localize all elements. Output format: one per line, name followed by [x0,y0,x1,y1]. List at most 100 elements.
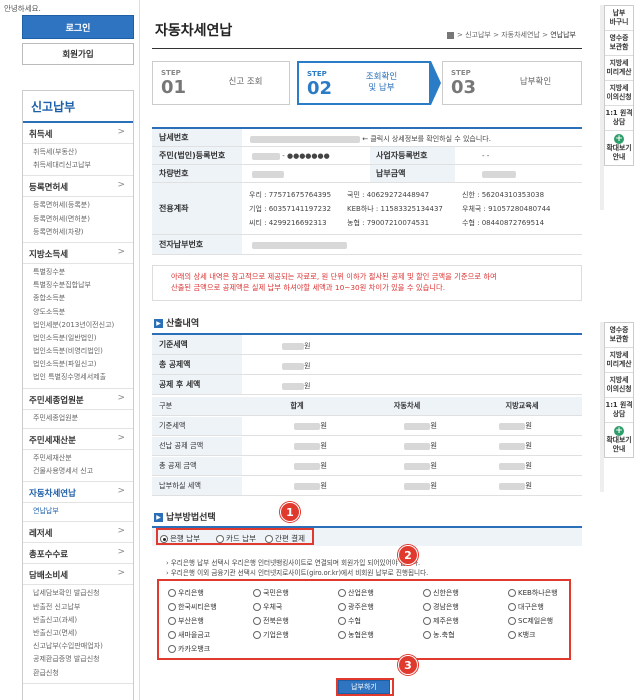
bank-option[interactable]: 국민은행 [253,588,289,598]
home-icon[interactable] [447,31,454,39]
side-nav-category-label: 담배소비세 [29,571,69,582]
bank-option[interactable]: 산업은행 [338,588,374,598]
bank-option[interactable]: 기업은행 [253,630,289,640]
radio-icon[interactable] [508,603,516,611]
side-nav-sub-item[interactable]: 환급신청 [23,667,133,680]
radio-icon[interactable] [423,631,431,639]
quick-menu-item[interactable]: 영수증 보관함 [605,323,633,348]
radio-icon[interactable] [423,603,431,611]
side-nav-sub-item[interactable]: 신고납부(수입판매업자) [23,640,133,653]
breadcrumb-item[interactable]: 자동차세연납 [501,31,540,39]
join-button[interactable]: 회원가입 [22,43,134,65]
side-nav-sub-item[interactable]: 법인 특별징수명세서제출 [23,371,133,384]
radio-icon[interactable] [338,589,346,597]
quick-menu-item[interactable]: 1:1 원격 상담 [605,106,633,131]
radio-icon[interactable] [508,589,516,597]
side-nav-category[interactable]: 자동차세연납 > [23,482,133,504]
step-1-tag: STEP [161,69,181,77]
tax-number-value[interactable]: ← 클릭시 상세정보를 확인하실 수 있습니다. [250,134,491,144]
side-nav-sub-item[interactable]: 반출신고(과세) [23,614,133,627]
bank-option-label: 우리은행 [178,589,204,597]
radio-icon[interactable] [168,631,176,639]
bank-option[interactable]: 수협 [338,616,361,626]
side-nav-sub-item[interactable]: 법인소득분(파일신고) [23,358,133,371]
bank-option[interactable]: 우리은행 [168,588,204,598]
side-nav-sub-item[interactable]: 주민세재산분 [23,452,133,465]
side-nav-category[interactable]: 주민세종업원분 > [23,389,133,410]
side-nav-category[interactable]: 총포수수료 > [23,543,133,565]
radio-icon[interactable] [168,603,176,611]
bank-option[interactable]: 경남은행 [423,602,459,612]
bank-option[interactable]: 신한은행 [423,588,459,598]
side-nav-sub-item[interactable]: 특별징수분집합납부 [23,279,133,292]
quick-menu-item[interactable]: 1:1 원격 상담 [605,398,633,423]
radio-icon[interactable] [168,645,176,653]
side-nav-sub-item[interactable]: 양도소득분 [23,306,133,319]
side-nav-sub-item[interactable]: 건물사용명세서 신고 [23,465,133,478]
radio-icon[interactable] [423,617,431,625]
radio-icon[interactable] [168,617,176,625]
radio-icon[interactable] [508,631,516,639]
bank-option[interactable]: SC제일은행 [508,616,553,626]
quick-menu-item[interactable]: + 확대보기 안내 [605,423,633,457]
radio-icon[interactable] [423,589,431,597]
quick-menu-item[interactable]: 지방세 미리계산 [605,56,633,81]
bank-option[interactable]: 카카오뱅크 [168,644,210,654]
radio-icon[interactable] [253,631,261,639]
side-nav-category[interactable]: 등록면허세 > [23,176,133,198]
bank-option[interactable]: 우체국 [253,602,282,612]
side-nav-sub-item[interactable]: 반출신고(면세) [23,627,133,640]
side-nav-sub-item[interactable]: 납세담보확인 발급신청 [23,587,133,600]
side-nav-category[interactable]: 레저세 > [23,522,133,544]
pay-button[interactable]: 납부하기 [338,680,390,694]
side-nav-sub-item[interactable]: 종합소득분 [23,292,133,305]
side-nav-category[interactable]: 취득세 > [23,123,133,144]
quick-menu-item[interactable]: 지방세 미리계산 [605,348,633,373]
side-nav-sub-item[interactable]: 주민세종업원분 [23,412,133,425]
radio-icon[interactable] [508,617,516,625]
radio-icon[interactable] [338,631,346,639]
side-nav-sub-item[interactable]: 반출전 신고납부 [23,601,133,614]
bank-option[interactable]: 광주은행 [338,602,374,612]
bank-option[interactable]: K뱅크 [508,630,535,640]
side-nav-category[interactable]: 담배소비세 > [23,564,133,586]
side-nav-sub-item[interactable]: 공제환급증명 발급신청 [23,653,133,666]
bank-option[interactable]: 대구은행 [508,602,544,612]
side-nav-sub-item[interactable]: 취득세대리신고납부 [23,159,133,172]
radio-icon[interactable] [253,603,261,611]
side-nav-sub-item[interactable]: 취득세(부동산) [23,146,133,159]
radio-icon[interactable] [338,617,346,625]
calc-grid-cell: 원 [462,457,582,475]
side-nav-sub-item[interactable]: 등록면허세(등록분) [23,199,133,212]
radio-icon[interactable] [253,617,261,625]
side-nav-sub-item[interactable]: 등록면허세(차량) [23,226,133,239]
quick-menu-item[interactable]: 지방세 이의신청 [605,81,633,106]
bank-option[interactable]: 한국씨티은행 [168,602,217,612]
side-nav-sub-item[interactable]: 등록면허세(면허분) [23,213,133,226]
bank-option[interactable]: 농.축협 [423,630,455,640]
quick-menu-item[interactable]: + 확대보기 안내 [605,131,633,165]
radio-icon[interactable] [168,589,176,597]
step-1: STEP 01 신고 조회 [152,61,290,105]
bank-option[interactable]: 농협은행 [338,630,374,640]
radio-icon[interactable] [253,589,261,597]
bank-option[interactable]: 제주은행 [423,616,459,626]
side-nav-sub-item[interactable]: 법인소득분(비영리법인) [23,345,133,358]
unit-text: 원 [320,421,327,430]
login-button[interactable]: 로그인 [22,15,134,39]
bank-option[interactable]: 전북은행 [253,616,289,626]
radio-icon[interactable] [338,603,346,611]
quick-menu-item[interactable]: 납부 바구니 [605,6,633,31]
side-nav-sub-item[interactable]: 특별징수분 [23,266,133,279]
bank-option[interactable]: KEB하나은행 [508,588,558,598]
side-nav-category[interactable]: 주민세재산분 > [23,429,133,450]
side-nav-sub-item[interactable]: 법인소득분(일반법인) [23,332,133,345]
side-nav-category[interactable]: 지방소득세 > [23,243,133,264]
bank-option[interactable]: 새마을금고 [168,630,210,640]
breadcrumb-item[interactable]: 신고납부 [465,31,491,39]
quick-menu-item[interactable]: 영수증 보관함 [605,31,633,56]
quick-menu-item[interactable]: 지방세 이의신청 [605,373,633,398]
bank-option[interactable]: 부산은행 [168,616,204,626]
side-nav-sub-item[interactable]: 연납납부 [23,505,133,518]
side-nav-sub-item[interactable]: 법인세분(2013년이전신고) [23,319,133,332]
